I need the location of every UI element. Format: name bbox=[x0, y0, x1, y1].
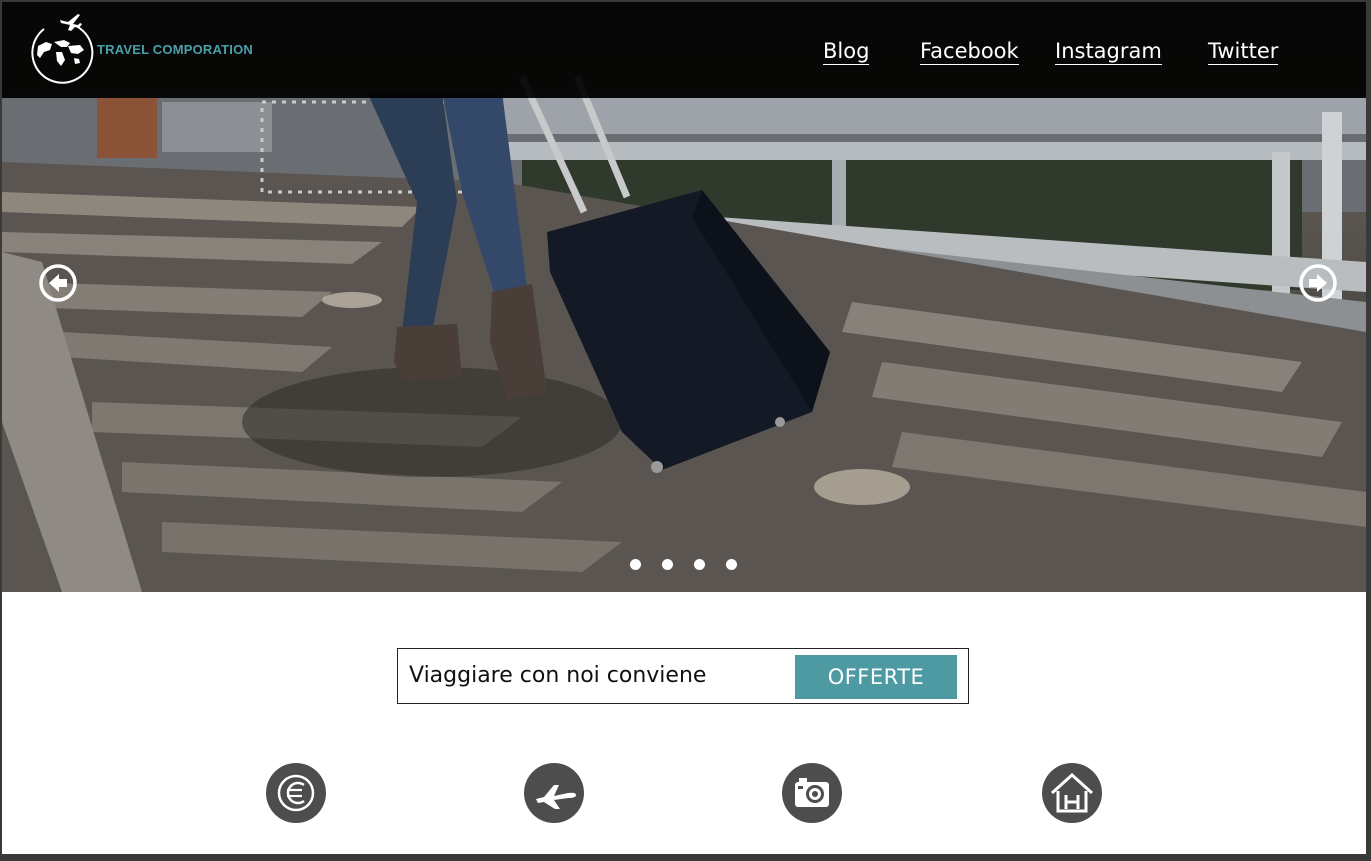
slider-dot-3[interactable] bbox=[694, 559, 705, 570]
nav-link-facebook[interactable]: Facebook bbox=[920, 39, 1019, 65]
arrow-right-circle-icon[interactable] bbox=[1298, 263, 1338, 303]
offers-button[interactable]: OFFERTE bbox=[795, 655, 957, 699]
arrow-left-circle-icon[interactable] bbox=[38, 263, 78, 303]
brand-name[interactable]: TRAVEL COMPORATION bbox=[97, 42, 253, 57]
header-bar: TRAVEL COMPORATION Blog Facebook Instagr… bbox=[2, 2, 1366, 98]
airplane-icon[interactable] bbox=[524, 763, 584, 823]
globe-plane-logo-icon[interactable] bbox=[24, 6, 94, 84]
nav-link-twitter[interactable]: Twitter bbox=[1208, 39, 1279, 65]
page: TRAVEL COMPORATION Blog Facebook Instagr… bbox=[2, 2, 1366, 854]
slider-dot-1[interactable] bbox=[630, 559, 641, 570]
offers-banner: Viaggiare con noi conviene OFFERTE bbox=[397, 648, 969, 704]
nav-link-instagram[interactable]: Instagram bbox=[1055, 39, 1162, 65]
hero-slider: TRAVEL COMPORATION Blog Facebook Instagr… bbox=[2, 2, 1366, 592]
offers-banner-text: Viaggiare con noi conviene bbox=[409, 663, 707, 688]
euro-icon[interactable] bbox=[266, 763, 326, 823]
slider-dot-2[interactable] bbox=[662, 559, 673, 570]
slider-dot-4[interactable] bbox=[726, 559, 737, 570]
hotel-icon[interactable] bbox=[1042, 763, 1102, 823]
nav-link-blog[interactable]: Blog bbox=[823, 39, 870, 65]
camera-icon[interactable] bbox=[782, 763, 842, 823]
